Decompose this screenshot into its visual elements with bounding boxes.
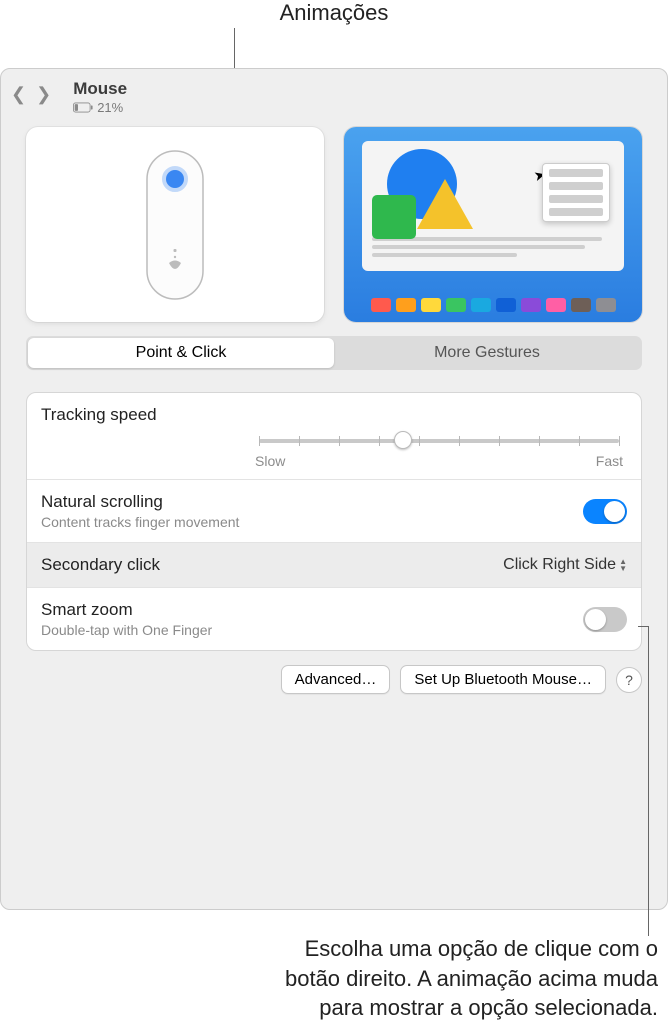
tracking-speed-slider[interactable]: Slow Fast: [251, 439, 627, 469]
back-button[interactable]: ❮: [11, 85, 26, 103]
preview-row: ➤: [1, 127, 667, 322]
annotation-top: Animações: [0, 0, 668, 26]
help-button[interactable]: ?: [616, 667, 642, 693]
mouse-icon: [135, 145, 215, 305]
annotation-bottom-line1: Escolha uma opção de clique com o: [40, 934, 658, 964]
context-menu-mock: [542, 163, 610, 222]
slider-label-fast: Fast: [596, 453, 623, 469]
color-palette: [344, 298, 642, 312]
smart-zoom-label: Smart zoom: [41, 600, 583, 620]
tab-bar: Point & Click More Gestures: [26, 336, 642, 370]
row-smart-zoom: Smart zoom Double-tap with One Finger: [27, 587, 641, 650]
animation-shapes: [372, 149, 492, 229]
tab-point-and-click[interactable]: Point & Click: [28, 338, 334, 368]
nav-arrows: ❮ ❯: [11, 79, 51, 103]
titlebar: ❮ ❯ Mouse 21%: [1, 69, 667, 121]
natural-scrolling-toggle[interactable]: [583, 499, 627, 524]
battery-status: 21%: [73, 100, 127, 115]
annotation-bottom-line3: para mostrar a opção selecionada.: [40, 993, 658, 1023]
bottom-button-row: Advanced… Set Up Bluetooth Mouse… ?: [1, 651, 667, 694]
row-tracking-speed: Tracking speed Slow Fast: [27, 393, 641, 479]
forward-button[interactable]: ❯: [36, 85, 51, 103]
natural-scrolling-label: Natural scrolling: [41, 492, 583, 512]
title-block: Mouse 21%: [73, 79, 127, 115]
annotation-bottom: Escolha uma opção de clique com o botão …: [0, 934, 668, 1029]
tab-more-gestures[interactable]: More Gestures: [334, 338, 640, 368]
annotation-right-leader: [648, 626, 649, 936]
slider-label-slow: Slow: [255, 453, 285, 469]
secondary-click-popup[interactable]: Click Right Side ▲▼: [503, 556, 627, 574]
annotation-top-leader: [234, 28, 235, 70]
tracking-speed-label: Tracking speed: [41, 405, 627, 425]
secondary-click-label: Secondary click: [41, 555, 503, 575]
mouse-illustration: [26, 127, 324, 322]
advanced-button[interactable]: Advanced…: [281, 665, 391, 694]
animation-preview: ➤: [344, 127, 642, 322]
row-secondary-click: Secondary click Click Right Side ▲▼: [27, 542, 641, 587]
settings-panel: Tracking speed Slow Fast Natural scrolli…: [26, 392, 642, 651]
annotation-bottom-line2: botão direito. A animação acima muda: [40, 964, 658, 994]
setup-bluetooth-button[interactable]: Set Up Bluetooth Mouse…: [400, 665, 606, 694]
natural-scrolling-sublabel: Content tracks finger movement: [41, 514, 583, 530]
preferences-window: ❮ ❯ Mouse 21%: [0, 68, 668, 910]
secondary-click-value: Click Right Side: [503, 556, 616, 574]
page-title: Mouse: [73, 79, 127, 99]
row-natural-scrolling: Natural scrolling Content tracks finger …: [27, 479, 641, 542]
battery-percent: 21%: [97, 100, 123, 115]
chevron-up-down-icon: ▲▼: [619, 558, 627, 572]
smart-zoom-sublabel: Double-tap with One Finger: [41, 622, 583, 638]
smart-zoom-toggle[interactable]: [583, 607, 627, 632]
battery-icon: [73, 102, 93, 113]
animation-mock-window: ➤: [362, 141, 624, 271]
